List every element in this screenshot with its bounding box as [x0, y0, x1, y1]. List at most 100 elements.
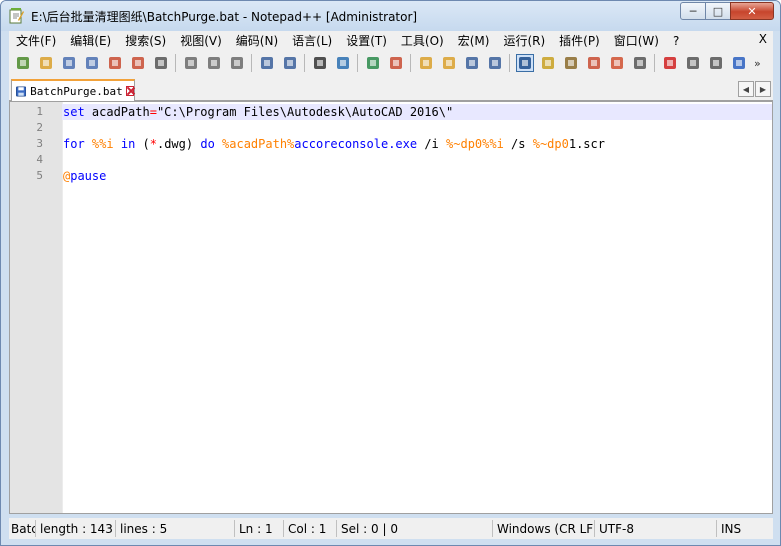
tab-scroll-right-button[interactable]: ▶: [755, 81, 771, 97]
replace-button[interactable]: [334, 54, 352, 72]
monitoring-icon: [633, 57, 646, 69]
line-code: ​set acadPath="C:\Program Files\Autodesk…: [62, 104, 772, 120]
editor-area[interactable]: 1​set acadPath="C:\Program Files\Autodes…: [9, 101, 773, 514]
menu-item-8[interactable]: 宏(M): [451, 32, 497, 49]
open-file-button[interactable]: [37, 54, 55, 72]
tab-bar: BatchPurge.bat ◀ ▶: [9, 76, 773, 101]
zoom-in-icon: [366, 57, 379, 69]
notepadpp-app-icon: [9, 8, 24, 24]
menu-item-4[interactable]: 编码(N): [229, 32, 285, 49]
code-line[interactable]: 5 ​@pause: [10, 168, 772, 184]
menu-item-10[interactable]: 插件(P): [552, 32, 607, 49]
title-bar[interactable]: E:\后台批量清理图纸\BatchPurge.bat - Notepad++ […: [1, 1, 780, 31]
close-all-button[interactable]: [129, 54, 147, 72]
user-defined-lang-button[interactable]: [539, 54, 557, 72]
menu-item-0[interactable]: 文件(F): [9, 32, 63, 49]
play-macro-button[interactable]: [707, 54, 725, 72]
line-number: 3: [36, 137, 43, 150]
code-token: in: [120, 137, 136, 151]
code-token: .dwg): [156, 137, 201, 151]
status-eol-format[interactable]: Windows (CR LF): [493, 520, 595, 537]
code-token: accoreconsole.exe: [294, 137, 418, 151]
folder-workspace-icon: [610, 57, 623, 69]
record-macro-button[interactable]: [661, 54, 679, 72]
cut-icon: [184, 57, 197, 69]
code-line[interactable]: 1 ​set acadPath="C:\Program Files\Autodes…: [10, 104, 772, 120]
close-button[interactable]: ✕: [730, 2, 774, 20]
close-document-button[interactable]: X: [759, 32, 767, 46]
word-wrap-button[interactable]: [463, 54, 481, 72]
indent-guide-button[interactable]: [515, 54, 534, 72]
code-token: /s: [503, 137, 533, 151]
menu-item-11[interactable]: 窗口(W): [607, 32, 666, 49]
print-button[interactable]: [152, 54, 170, 72]
doc-map-button[interactable]: [562, 54, 580, 72]
folder-workspace-button[interactable]: [608, 54, 626, 72]
indent-guide-icon: [518, 57, 531, 69]
sync-horizontal-button[interactable]: [440, 54, 458, 72]
toolbar: »: [9, 50, 773, 76]
open-file-icon: [39, 57, 52, 69]
save-all-button[interactable]: [83, 54, 101, 72]
close-button[interactable]: [106, 54, 124, 72]
toolbar-overflow-button[interactable]: »: [754, 57, 761, 70]
menu-item-3[interactable]: 视图(V): [173, 32, 229, 49]
code-line[interactable]: 4​: [10, 152, 772, 168]
sync-vertical-button[interactable]: [417, 54, 435, 72]
undo-icon: [260, 57, 273, 69]
toolbar-separator: [175, 54, 176, 72]
redo-icon: [283, 57, 296, 69]
copy-button[interactable]: [205, 54, 223, 72]
status-lines: lines : 5: [116, 520, 235, 537]
cut-button[interactable]: [182, 54, 200, 72]
show-all-chars-button[interactable]: [486, 54, 504, 72]
run-macro-multiple-icon: [732, 57, 745, 69]
code-token: 1.scr: [568, 137, 605, 151]
code-token: for: [63, 137, 85, 151]
code-line[interactable]: 3 ​for %%i in (*.dwg) do %acadPath%accore…: [10, 136, 772, 152]
menu-item-1[interactable]: 编辑(E): [63, 32, 118, 49]
zoom-out-button[interactable]: [387, 54, 405, 72]
save-button[interactable]: [60, 54, 78, 72]
find-icon: [313, 57, 326, 69]
find-button[interactable]: [311, 54, 329, 72]
menu-item-2[interactable]: 搜索(S): [118, 32, 173, 49]
sync-vertical-icon: [419, 57, 432, 69]
undo-button[interactable]: [258, 54, 276, 72]
menu-bar: 文件(F) 编辑(E) 搜索(S) 视图(V) 编码(N) 语言(L) 设置(T) 工具(O)…: [9, 31, 773, 50]
menu-item-12[interactable]: ?: [666, 34, 686, 48]
stop-macro-icon: [686, 57, 699, 69]
minimize-button[interactable]: ─: [680, 2, 706, 20]
zoom-in-button[interactable]: [364, 54, 382, 72]
menu-item-9[interactable]: 运行(R): [496, 32, 552, 49]
word-wrap-icon: [465, 57, 478, 69]
paste-button[interactable]: [228, 54, 246, 72]
user-defined-lang-icon: [541, 57, 554, 69]
tab-label: BatchPurge.bat: [30, 84, 123, 98]
code-token: /i: [417, 137, 447, 151]
tab-batchpurge[interactable]: BatchPurge.bat: [11, 79, 135, 101]
menu-item-5[interactable]: 语言(L): [285, 32, 339, 49]
tab-close-icon[interactable]: [125, 86, 134, 96]
menu-item-7[interactable]: 工具(O): [394, 32, 451, 49]
show-all-chars-icon: [488, 57, 501, 69]
status-encoding[interactable]: UTF-8: [595, 520, 717, 537]
status-insert-mode[interactable]: INS: [717, 520, 757, 537]
new-file-button[interactable]: [14, 54, 32, 72]
code-token: %acadPath%: [222, 137, 295, 151]
monitoring-button[interactable]: [631, 54, 649, 72]
redo-button[interactable]: [281, 54, 299, 72]
run-macro-multiple-button[interactable]: [730, 54, 748, 72]
function-list-button[interactable]: [585, 54, 603, 72]
code-line[interactable]: 2​: [10, 120, 772, 136]
toolbar-separator: [509, 54, 510, 72]
code-token: (: [135, 137, 150, 151]
menu-item-6[interactable]: 设置(T): [339, 32, 394, 49]
toolbar-separator: [304, 54, 305, 72]
stop-macro-button[interactable]: [684, 54, 702, 72]
tab-scroll-left-button[interactable]: ◀: [738, 81, 754, 97]
code-token: do: [200, 137, 215, 151]
toolbar-separator: [410, 54, 411, 72]
maximize-button[interactable]: □: [705, 2, 731, 20]
line-number: 4: [36, 153, 43, 166]
